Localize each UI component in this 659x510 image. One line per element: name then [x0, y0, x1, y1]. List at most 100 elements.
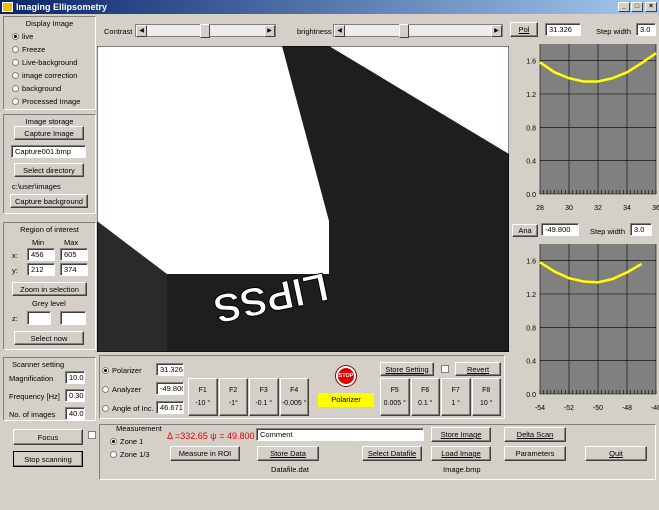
fine-step-label: F8	[482, 387, 491, 394]
pol-value-field[interactable]: 31.326	[545, 23, 581, 36]
fine-step-button[interactable]: F2 -1°	[218, 378, 248, 416]
fine-step-label: F5	[390, 387, 399, 394]
roi-title: Region of interest	[20, 225, 79, 234]
select-now-button[interactable]: Select now	[14, 331, 84, 345]
angle-of-incidence-radio[interactable]: Angle of Inc.	[102, 402, 154, 415]
store-setting-button[interactable]: Store Setting	[380, 362, 434, 376]
display-option[interactable]: image correction	[12, 69, 95, 82]
brightness-thumb[interactable]	[399, 24, 409, 38]
zoom-in-selection-button[interactable]: Zoom in selection	[12, 282, 87, 296]
display-option-radio-dot[interactable]	[12, 85, 19, 92]
stop-icon[interactable]: STOP	[336, 366, 356, 386]
zone1-radio-dot[interactable]	[110, 438, 117, 445]
capture-background-button[interactable]: Capture background	[10, 194, 88, 208]
close-icon[interactable]: ×	[645, 2, 657, 12]
polarizer-radio[interactable]: Polarizer	[102, 364, 142, 377]
analyzer-radio[interactable]: Analyzer	[102, 383, 141, 396]
ana-value-field[interactable]: -49.800	[541, 223, 579, 236]
grey-z-label: z:	[12, 314, 18, 323]
revert-button[interactable]: Revert	[455, 362, 501, 376]
polarizer-radio-dot[interactable]	[102, 367, 109, 374]
analyzer-field[interactable]: -49.800	[156, 382, 184, 395]
display-option[interactable]: Freeze	[12, 43, 95, 56]
x-tick-label: 34	[623, 205, 631, 212]
measure-in-roi-button[interactable]: Measure in ROI	[170, 446, 240, 461]
fine-step-button[interactable]: F4 -0,005 °	[279, 378, 309, 416]
aoi-radio-dot[interactable]	[102, 405, 109, 412]
contrast-thumb[interactable]	[200, 24, 210, 38]
fine-step-button[interactable]: F3 -0.1 °	[249, 378, 279, 416]
delta-scan-button[interactable]: Delta Scan	[504, 427, 566, 442]
roi-y-max-field[interactable]: 374	[60, 263, 88, 276]
pol-button[interactable]: Pol	[510, 22, 538, 37]
aoi-field[interactable]: 46.671	[156, 401, 184, 414]
fine-step-button[interactable]: F7 1 °	[441, 378, 471, 416]
x-tick-label: 30	[565, 205, 573, 212]
camera-image[interactable]: LIPSS	[97, 46, 509, 352]
parameters-button[interactable]: Parameters	[504, 446, 566, 461]
grey-level-label: Grey level	[32, 299, 66, 308]
fine-step-button[interactable]: F6 0.1 °	[410, 378, 440, 416]
analyzer-radio-dot[interactable]	[102, 386, 109, 393]
fine-step-button[interactable]: F5 0.005 °	[380, 378, 410, 416]
contrast-left-arrow-icon[interactable]: ◀	[136, 25, 147, 37]
ana-button[interactable]: Ana	[512, 224, 538, 237]
display-option[interactable]: Processed Image	[12, 95, 95, 108]
select-directory-button[interactable]: Select directory	[14, 163, 84, 177]
display-option-label: live	[22, 32, 34, 41]
brightness-slider[interactable]: ◀ ▶	[333, 24, 503, 38]
display-option-radio-dot[interactable]	[12, 46, 19, 53]
pol-step-field[interactable]: 3.0	[636, 23, 656, 36]
contrast-slider[interactable]: ◀ ▶	[135, 24, 276, 38]
stop-scanning-button[interactable]: Stop scanning	[13, 451, 83, 467]
fine-step-button[interactable]: F8 10 °	[471, 378, 501, 416]
grey-level-max-field[interactable]	[60, 311, 86, 325]
quit-button[interactable]: Quit	[585, 446, 647, 461]
capture-image-button[interactable]: Capture Image	[14, 126, 84, 140]
roi-y-min-field[interactable]: 212	[27, 263, 55, 276]
aoi-label: Angle of Inc.	[112, 404, 154, 413]
contrast-right-arrow-icon[interactable]: ▶	[264, 25, 275, 37]
load-image-button[interactable]: Load Image	[431, 446, 491, 461]
y-tick-label: 0.0	[526, 192, 536, 199]
roi-x-max-field[interactable]: 605	[60, 248, 88, 261]
frequency-label: Frequency [Hz]	[9, 392, 60, 401]
focus-checkbox[interactable]	[88, 431, 96, 439]
datafile-name: Datafile.dat	[271, 465, 309, 474]
display-option[interactable]: background	[12, 82, 95, 95]
fine-step-label: F1	[198, 387, 207, 394]
display-option-radio-dot[interactable]	[12, 98, 19, 105]
roi-x-min-field[interactable]: 456	[27, 248, 55, 261]
y-tick-label: 1.2	[526, 92, 536, 99]
display-option[interactable]: Live-background	[12, 56, 95, 69]
focus-button[interactable]: Focus	[13, 429, 83, 445]
display-option-radio-dot[interactable]	[12, 33, 19, 40]
display-option-radio-dot[interactable]	[12, 59, 19, 66]
fine-step-button[interactable]: F1 -10 °	[188, 378, 218, 416]
contrast-label: Contrast	[104, 27, 133, 36]
polarizer-field[interactable]: 31.326	[156, 363, 184, 376]
analyzer-label: Analyzer	[112, 385, 142, 394]
comment-field[interactable]: Comment	[256, 428, 424, 441]
display-option-radio-dot[interactable]	[12, 72, 19, 79]
select-datafile-button[interactable]: Select Datafile	[362, 446, 422, 461]
store-image-button[interactable]: Store Image	[431, 427, 491, 442]
frequency-field[interactable]: 0.30	[65, 389, 85, 402]
revert-checkbox[interactable]	[441, 365, 449, 373]
maximize-icon[interactable]: □	[631, 2, 643, 12]
zone13-radio[interactable]: Zone 1/3	[110, 448, 150, 461]
minimize-icon[interactable]: _	[618, 2, 630, 12]
zone1-radio[interactable]: Zone 1	[110, 435, 143, 448]
num-images-field[interactable]: 40.0	[65, 407, 85, 420]
fine-step-value: -1°	[228, 400, 238, 407]
brightness-right-arrow-icon[interactable]: ▶	[491, 25, 502, 37]
zone13-radio-dot[interactable]	[110, 451, 117, 458]
grey-level-min-field[interactable]	[27, 311, 51, 325]
magnification-field[interactable]: 10.0	[65, 371, 85, 384]
display-option[interactable]: live	[12, 30, 95, 43]
store-data-button[interactable]: Store Data	[257, 446, 319, 461]
capture-filename-field[interactable]: Capture001.bmp	[11, 145, 86, 158]
ana-step-field[interactable]: 3.0	[630, 223, 652, 236]
x-tick-label: -50	[593, 405, 603, 412]
brightness-left-arrow-icon[interactable]: ◀	[334, 25, 345, 37]
